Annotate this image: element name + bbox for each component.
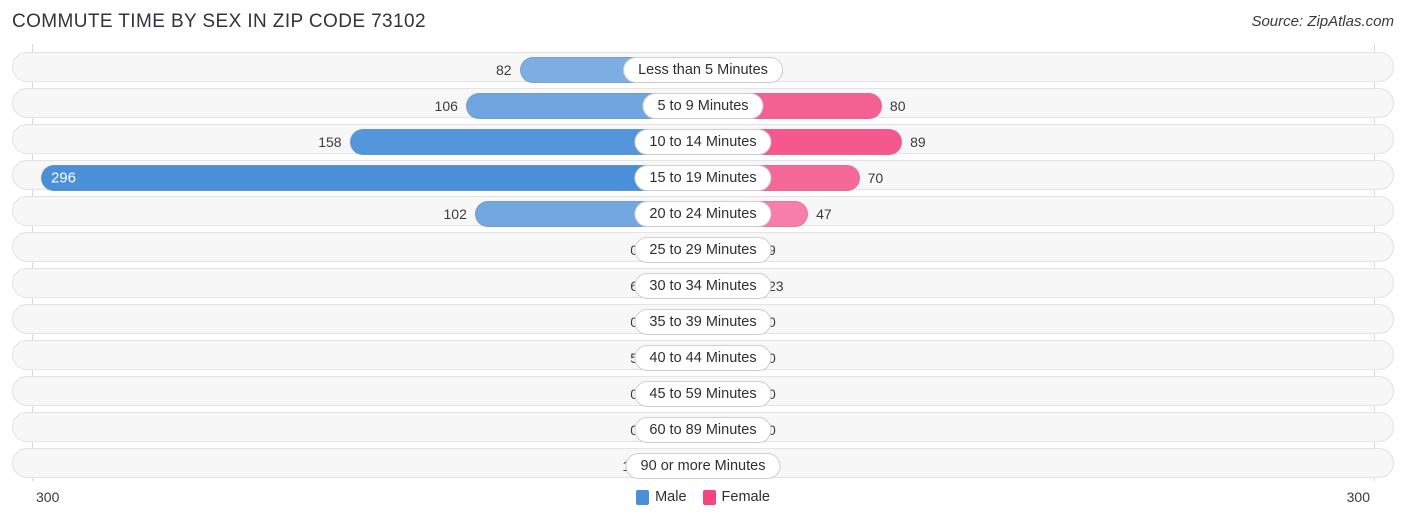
category-label: 20 to 24 Minutes bbox=[634, 201, 772, 227]
category-label: 30 to 34 Minutes bbox=[634, 273, 772, 299]
value-label-male: 0 bbox=[582, 422, 638, 438]
chart-row[interactable]: 0060 to 89 Minutes bbox=[0, 412, 1406, 448]
category-label: 40 to 44 Minutes bbox=[634, 345, 772, 371]
category-label: Less than 5 Minutes bbox=[623, 57, 783, 83]
category-label: 15 to 19 Minutes bbox=[634, 165, 772, 191]
value-label-male: 5 bbox=[582, 350, 638, 366]
chart-footer: 300 300 Male Female bbox=[0, 481, 1406, 523]
legend-label-female: Female bbox=[721, 489, 770, 505]
chart-row[interactable]: 0925 to 29 Minutes bbox=[0, 232, 1406, 268]
category-label: 60 to 89 Minutes bbox=[634, 417, 772, 443]
chart-row[interactable]: 102 47 20 to 24 Minutes bbox=[0, 196, 1406, 232]
chart-row[interactable]: 296 70 15 to 19 Minutes bbox=[0, 160, 1406, 196]
source-attribution: Source: ZipAtlas.com bbox=[1251, 13, 1394, 30]
value-label-male: 0 bbox=[582, 314, 638, 330]
value-label-male: 0 bbox=[582, 242, 638, 258]
page-title: COMMUTE TIME BY SEX IN ZIP CODE 73102 bbox=[12, 11, 426, 32]
value-label-female: 89 bbox=[910, 134, 926, 150]
category-label: 45 to 59 Minutes bbox=[634, 381, 772, 407]
chart-header: COMMUTE TIME BY SEX IN ZIP CODE 73102 So… bbox=[0, 0, 1406, 44]
chart-legend: Male Female bbox=[0, 489, 1406, 505]
legend-item-male[interactable]: Male bbox=[636, 489, 687, 505]
category-label: 35 to 39 Minutes bbox=[634, 309, 772, 335]
value-label-male: 102 bbox=[443, 206, 467, 222]
legend-swatch-female bbox=[702, 489, 716, 505]
category-label: 90 or more Minutes bbox=[625, 453, 781, 479]
chart-row[interactable]: 158 89 10 to 14 Minutes bbox=[0, 124, 1406, 160]
chart-row[interactable]: 8218Less than 5 Minutes bbox=[0, 52, 1406, 88]
value-label-male: 0 bbox=[582, 386, 638, 402]
category-label: 5 to 9 Minutes bbox=[642, 93, 764, 119]
value-label-male: 6 bbox=[582, 278, 638, 294]
category-label: 10 to 14 Minutes bbox=[634, 129, 772, 155]
value-label-male: 106 bbox=[434, 98, 458, 114]
legend-label-male: Male bbox=[655, 489, 687, 505]
chart-row[interactable]: 5040 to 44 Minutes bbox=[0, 340, 1406, 376]
value-label-male: 296 bbox=[50, 169, 76, 187]
chart-row[interactable]: 62330 to 34 Minutes bbox=[0, 268, 1406, 304]
value-label-female: 80 bbox=[889, 98, 906, 114]
bar-male[interactable] bbox=[40, 165, 703, 191]
value-label-male: 158 bbox=[318, 134, 342, 150]
chart-row[interactable]: 19090 or more Minutes bbox=[0, 448, 1406, 484]
chart-row[interactable]: 106 80 5 to 9 Minutes bbox=[0, 88, 1406, 124]
value-label-male: 82 bbox=[496, 62, 512, 78]
legend-item-female[interactable]: Female bbox=[702, 489, 770, 505]
chart-plot-area: 8218Less than 5 Minutes 106 80 5 to 9 Minut… bbox=[0, 44, 1406, 481]
value-label-female: 47 bbox=[816, 206, 832, 222]
chart-row[interactable]: 0045 to 59 Minutes bbox=[0, 376, 1406, 412]
legend-swatch-male bbox=[636, 489, 650, 505]
category-label: 25 to 29 Minutes bbox=[634, 237, 772, 263]
chart-row[interactable]: 0035 to 39 Minutes bbox=[0, 304, 1406, 340]
value-label-female: 70 bbox=[867, 170, 884, 186]
